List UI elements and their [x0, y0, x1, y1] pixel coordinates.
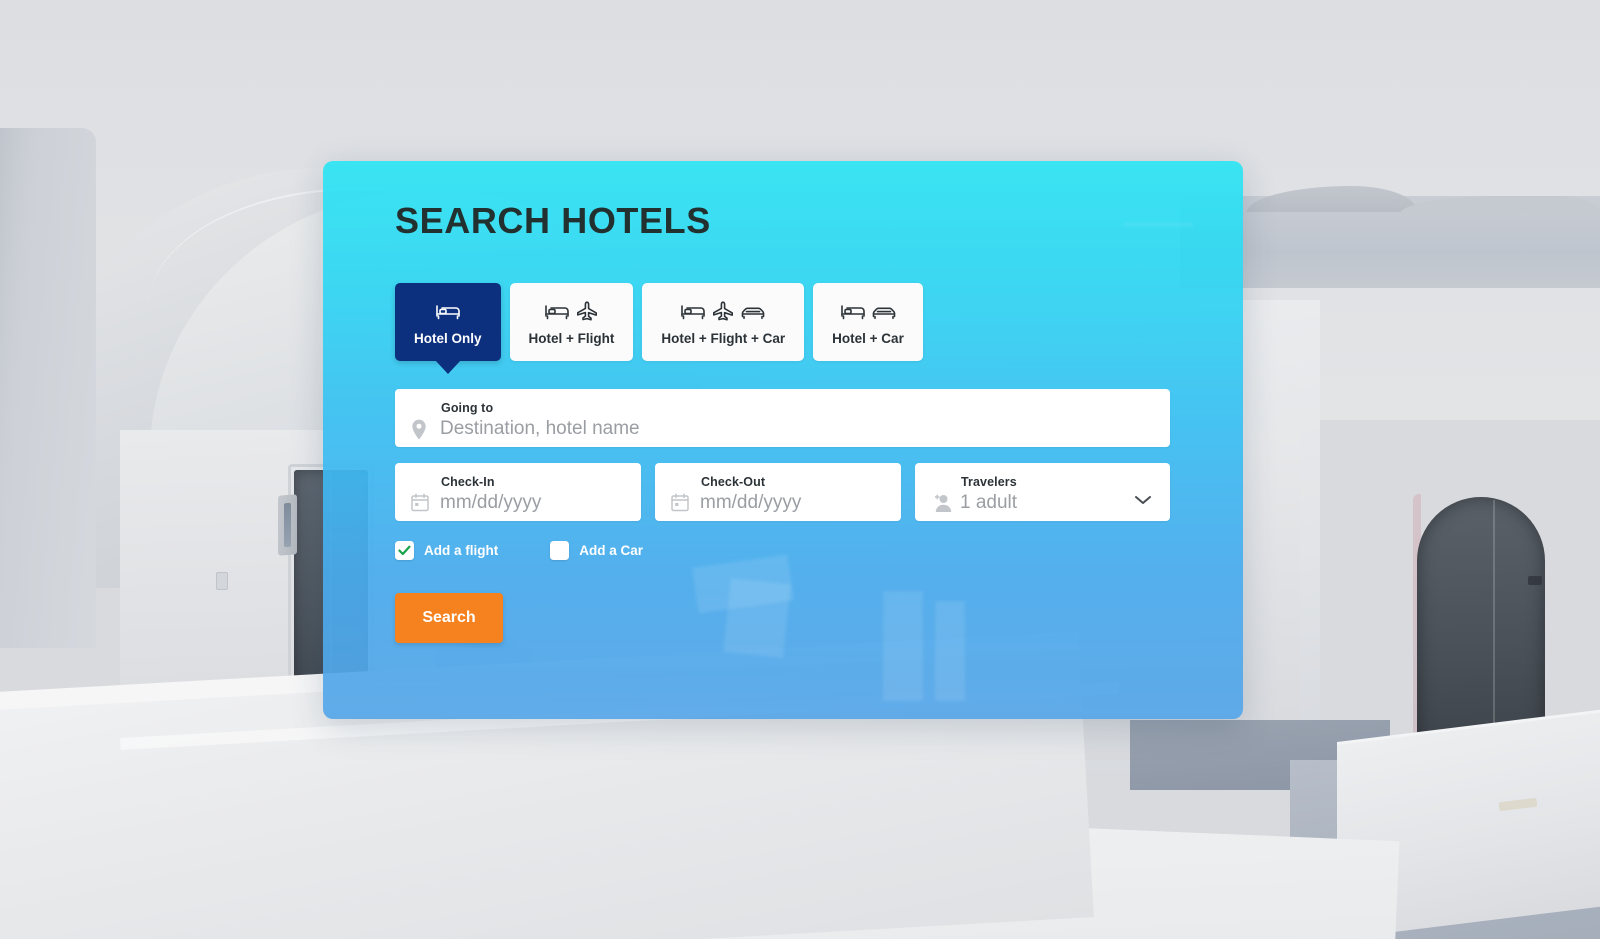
location-pin-icon: [411, 419, 431, 441]
search-panel: SEARCH HOTELS Hotel Only Hotel + Flight …: [323, 161, 1243, 719]
plane-icon: [575, 300, 599, 322]
car-icon: [740, 301, 766, 321]
ghost-column: [883, 591, 923, 701]
plane-icon: [711, 300, 735, 322]
tab-icons: [680, 298, 766, 324]
calendar-icon[interactable]: [411, 493, 431, 515]
check-in-field[interactable]: Check-In mm/dd/yyyy: [395, 463, 641, 521]
check-in-input[interactable]: mm/dd/yyyy: [440, 492, 541, 514]
travelers-field[interactable]: Travelers 1 adult: [915, 463, 1170, 521]
tab-icons: [544, 298, 599, 324]
calendar-icon[interactable]: [671, 493, 691, 515]
wall-switch: [216, 572, 228, 590]
checkbox-add-a-flight[interactable]: Add a flight: [395, 541, 498, 560]
going-to-input[interactable]: Destination, hotel name: [440, 418, 640, 440]
car-icon: [871, 301, 897, 321]
going-to-label: Going to: [441, 401, 494, 415]
going-to-field[interactable]: Going to Destination, hotel name: [395, 389, 1170, 447]
checkbox-box-checked[interactable]: [395, 541, 414, 560]
tab-label: Hotel + Car: [832, 331, 904, 346]
checkbox-label: Add a Car: [579, 543, 644, 558]
tab-icons: [840, 298, 897, 324]
right-door-panel-line: [1493, 500, 1495, 730]
left-wall-column: [0, 128, 96, 648]
check-in-label: Check-In: [441, 475, 495, 489]
travelers-label: Travelers: [961, 475, 1017, 489]
tab-hotel-car[interactable]: Hotel + Car: [813, 283, 923, 361]
chevron-down-icon[interactable]: [1134, 493, 1152, 505]
trip-type-tabs: Hotel Only Hotel + Flight Hotel + Flight…: [395, 283, 923, 374]
active-tab-pointer: [434, 360, 461, 374]
door-hook: [1528, 576, 1542, 585]
check-out-field[interactable]: Check-Out mm/dd/yyyy: [655, 463, 901, 521]
page-title: SEARCH HOTELS: [395, 200, 711, 241]
tab-hotel-flight-car[interactable]: Hotel + Flight + Car: [642, 283, 805, 361]
add-person-icon: [931, 493, 952, 515]
addon-checkboxes: Add a flight Add a Car: [395, 541, 643, 560]
ghost-lounger-back: [723, 578, 791, 658]
checkbox-add-a-car[interactable]: Add a Car: [550, 541, 643, 560]
bed-icon: [840, 301, 866, 321]
check-out-label: Check-Out: [701, 475, 766, 489]
bed-icon: [544, 301, 570, 321]
ghost-column-2: [935, 601, 965, 701]
tab-label: Hotel + Flight: [528, 331, 615, 346]
tab-icons: [435, 298, 461, 324]
bed-icon: [435, 301, 461, 321]
checkbox-label: Add a flight: [424, 543, 499, 558]
right-arched-doorway: [1417, 497, 1545, 747]
tab-hotel-flight[interactable]: Hotel + Flight: [509, 283, 634, 361]
tab-label: Hotel Only: [414, 331, 482, 346]
wall-lamp-inner: [284, 502, 291, 548]
bed-icon: [680, 301, 706, 321]
ghost-rail: [1123, 223, 1193, 226]
search-button[interactable]: Search: [395, 593, 503, 643]
ghost-lounger: [692, 554, 794, 614]
page-root: SEARCH HOTELS Hotel Only Hotel + Flight …: [0, 0, 1600, 939]
check-out-input[interactable]: mm/dd/yyyy: [700, 492, 801, 514]
checkbox-box-unchecked[interactable]: [550, 541, 570, 560]
travelers-value[interactable]: 1 adult: [960, 492, 1017, 514]
tab-label: Hotel + Flight + Car: [661, 331, 786, 346]
tab-hotel-only[interactable]: Hotel Only: [395, 283, 501, 374]
check-icon: [398, 545, 411, 556]
